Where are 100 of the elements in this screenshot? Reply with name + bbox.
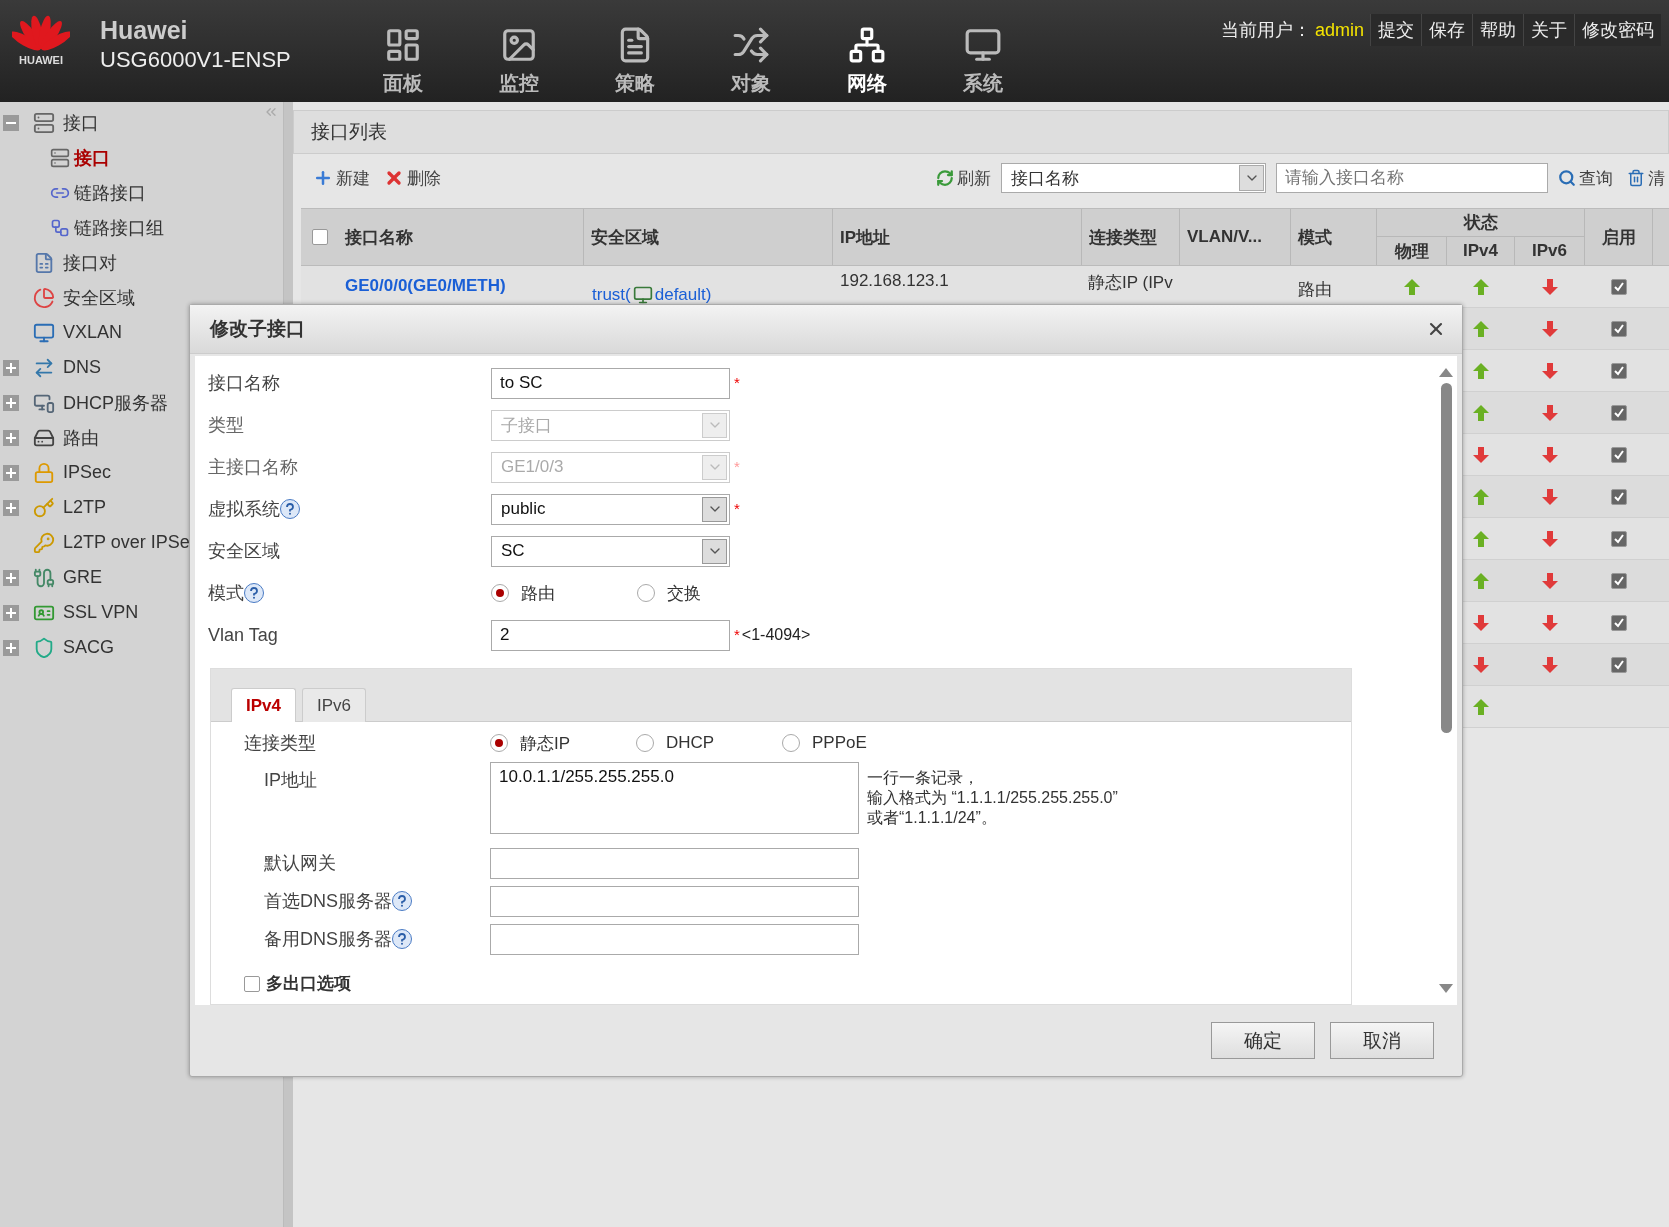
expand-toggle-icon[interactable] — [3, 569, 19, 586]
enabled-checkbox[interactable] — [1611, 614, 1627, 631]
header-link[interactable]: 修改密码 — [1574, 14, 1661, 46]
tree-item[interactable]: SACG — [63, 637, 114, 658]
tree-item[interactable]: DNS — [63, 357, 101, 378]
column-header[interactable]: 安全区域 — [584, 209, 833, 265]
column-header[interactable]: IPv4 — [1447, 237, 1515, 265]
select-field[interactable]: SC — [491, 535, 730, 567]
column-header[interactable]: VLAN/V... — [1180, 209, 1291, 265]
interface-link[interactable]: GE0/0/0(GE0/METH) — [338, 266, 584, 307]
tree-item[interactable]: SSL VPN — [63, 602, 139, 623]
checkbox[interactable] — [244, 975, 260, 992]
expand-toggle-icon[interactable] — [3, 394, 19, 411]
enabled-checkbox[interactable] — [1611, 488, 1627, 505]
header-link[interactable]: 保存 — [1421, 14, 1472, 46]
field-label: IP地址 — [264, 769, 318, 792]
tree-item[interactable]: GRE — [63, 567, 102, 588]
radio-option[interactable]: 路由 — [491, 581, 633, 605]
tree-item[interactable]: IPSec — [63, 462, 112, 483]
radio-option[interactable]: 交换 — [637, 581, 777, 605]
text-field[interactable] — [490, 885, 859, 917]
field-label: 连接类型 — [244, 732, 317, 755]
text-field[interactable] — [490, 923, 859, 955]
field-label: 备用DNS服务器 — [264, 928, 392, 951]
ip-address-field[interactable]: 10.0.1.1/255.255.255.0 — [490, 762, 859, 834]
text-field[interactable] — [490, 847, 859, 879]
plus-icon — [313, 168, 333, 188]
enabled-checkbox[interactable] — [1611, 530, 1627, 547]
filter-select[interactable]: 接口名称 — [1001, 163, 1266, 193]
nodes-icon — [50, 217, 70, 238]
help-icon[interactable] — [392, 929, 412, 949]
tree-item[interactable]: 链路接口 — [74, 180, 146, 205]
tab[interactable]: IPv4 — [231, 688, 296, 722]
enabled-checkbox[interactable] — [1611, 656, 1627, 673]
nav-tab[interactable]: 系统 — [925, 0, 1041, 102]
header-link[interactable]: 关于 — [1523, 14, 1574, 46]
tree-item[interactable]: 链路接口组 — [74, 215, 164, 240]
radio-option[interactable]: DHCP — [636, 733, 778, 753]
cancel-button[interactable]: 取消 — [1330, 1022, 1434, 1059]
select-field[interactable]: public — [491, 493, 730, 525]
column-header[interactable]: IP地址 — [833, 209, 1082, 265]
expand-toggle-icon[interactable] — [3, 499, 19, 516]
zone-link[interactable]: default) — [654, 285, 712, 305]
help-icon[interactable] — [280, 499, 300, 519]
expand-toggle-icon[interactable] — [3, 429, 19, 446]
tree-item[interactable]: 路由 — [63, 425, 99, 450]
enabled-checkbox[interactable] — [1611, 404, 1627, 421]
tree-item[interactable]: 接口 — [63, 110, 99, 135]
tab[interactable]: IPv6 — [302, 688, 366, 722]
tree-item[interactable]: 接口 — [74, 145, 110, 170]
header-link[interactable]: 提交 — [1370, 14, 1421, 46]
tree-item[interactable]: L2TP over IPSe — [63, 532, 190, 553]
search-field[interactable]: 请输入接口名称 — [1276, 163, 1548, 193]
tree-item[interactable]: L2TP — [63, 497, 107, 518]
select-all-checkbox[interactable] — [311, 229, 328, 245]
radio-option[interactable]: 静态IP — [490, 731, 632, 755]
collapse-toggle-icon[interactable] — [3, 114, 19, 131]
header-link[interactable]: 帮助 — [1472, 14, 1523, 46]
expand-toggle-icon[interactable] — [3, 359, 19, 376]
zone-link[interactable]: trust( — [592, 285, 631, 305]
expand-toggle-icon[interactable] — [3, 639, 19, 656]
nav-tab[interactable]: 监控 — [461, 0, 577, 102]
expand-toggle-icon[interactable] — [3, 604, 19, 621]
column-header[interactable]: 模式 — [1291, 209, 1377, 265]
nav-tab[interactable]: 网络 — [809, 0, 925, 102]
required-mark: * — [734, 499, 740, 517]
help-icon[interactable] — [392, 891, 412, 911]
table-cell-text: 路由 — [1297, 279, 1333, 301]
nav-tab[interactable]: 策略 — [577, 0, 693, 102]
clear-button[interactable]: 清 — [1623, 166, 1669, 190]
help-icon[interactable] — [244, 583, 264, 603]
delete-button[interactable]: 删除 — [380, 166, 445, 190]
column-header[interactable]: 接口名称 — [338, 209, 584, 265]
ok-button[interactable]: 确定 — [1211, 1022, 1315, 1059]
refresh-button[interactable]: 刷新 — [932, 166, 995, 190]
enabled-checkbox[interactable] — [1611, 572, 1627, 589]
nav-tab[interactable]: 面板 — [345, 0, 461, 102]
field-label: 安全区域 — [208, 540, 280, 563]
column-header[interactable]: 物理 — [1377, 237, 1447, 265]
tree-item[interactable]: DHCP服务器 — [63, 390, 168, 415]
nav-tab[interactable]: 对象 — [693, 0, 809, 102]
tree-item[interactable]: VXLAN — [63, 322, 123, 343]
enabled-checkbox[interactable] — [1611, 362, 1627, 379]
column-header[interactable]: IPv6 — [1515, 237, 1585, 265]
lock-icon — [33, 461, 55, 484]
tree-item[interactable]: 安全区域 — [63, 285, 135, 310]
enabled-checkbox[interactable] — [1611, 278, 1627, 295]
arrows-icon — [33, 356, 55, 379]
enabled-checkbox[interactable] — [1611, 446, 1627, 463]
text-field[interactable]: 2 — [491, 619, 730, 651]
column-header[interactable]: 启用 — [1585, 209, 1653, 265]
radio-option[interactable]: PPPoE — [782, 733, 922, 753]
tree-item[interactable]: 接口对 — [63, 250, 117, 275]
column-header[interactable]: 连接类型 — [1082, 209, 1180, 265]
new-button[interactable]: 新建 — [309, 166, 374, 190]
shuffle-icon — [732, 26, 770, 64]
expand-toggle-icon[interactable] — [3, 464, 19, 481]
text-field[interactable]: to SC — [491, 367, 730, 399]
enabled-checkbox[interactable] — [1611, 320, 1627, 337]
query-button[interactable]: 查询 — [1554, 166, 1617, 190]
